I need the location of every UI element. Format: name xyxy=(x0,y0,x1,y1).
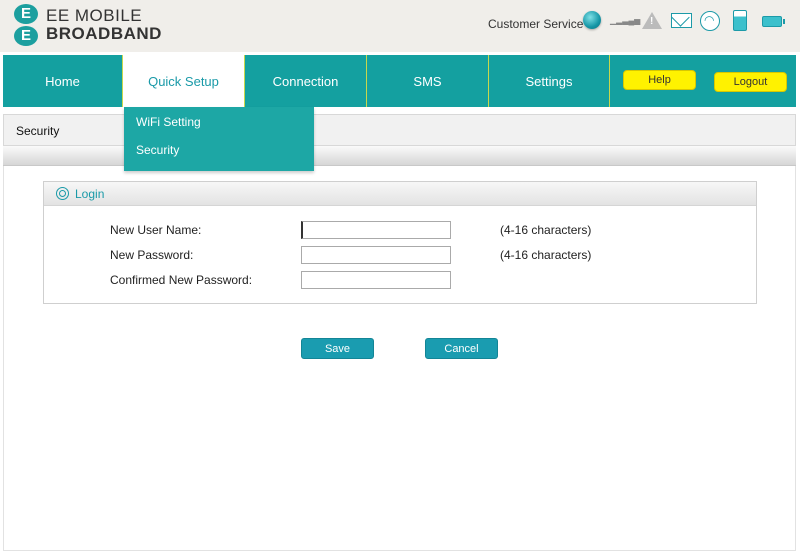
dropdown-item-security[interactable]: Security xyxy=(136,143,179,157)
mail-icon[interactable] xyxy=(671,13,692,28)
cancel-button[interactable]: Cancel xyxy=(425,338,498,359)
warning-icon[interactable]: ! xyxy=(642,12,662,29)
logo-line-1: EE MOBILE xyxy=(46,6,143,25)
header-bar: E E EE MOBILE BROADBAND Customer Service… xyxy=(0,0,800,52)
ee-logo[interactable]: E E EE MOBILE BROADBAND xyxy=(12,4,162,46)
confirm-password-label: Confirmed New Password: xyxy=(110,273,253,287)
logo-text: EE MOBILE BROADBAND xyxy=(46,7,162,43)
login-panel-title: Login xyxy=(75,187,105,201)
new-user-name-input[interactable] xyxy=(301,221,451,239)
page-title: Security xyxy=(16,124,60,138)
logo-mark-bottom: E xyxy=(14,26,38,46)
tab-home[interactable]: Home xyxy=(3,55,123,107)
main-nav: Home Quick Setup Connection SMS Settings… xyxy=(3,55,796,107)
logo-line-2: BROADBAND xyxy=(46,24,162,43)
signal-strength-icon: ▁▂▃▄▅ xyxy=(610,16,641,25)
tab-quick-setup[interactable]: Quick Setup xyxy=(123,55,245,107)
sim-icon xyxy=(733,10,747,31)
ee-logo-mark: E E xyxy=(12,4,40,46)
user-name-hint: (4-16 characters) xyxy=(500,223,592,237)
logout-button[interactable]: Logout xyxy=(714,72,787,92)
password-hint: (4-16 characters) xyxy=(500,248,592,262)
save-button[interactable]: Save xyxy=(301,338,374,359)
quick-setup-dropdown: WiFi Setting Security xyxy=(124,107,314,171)
new-password-input[interactable] xyxy=(301,246,451,264)
customer-service-link[interactable]: Customer Service xyxy=(488,17,583,31)
login-panel-header: Login xyxy=(44,182,756,206)
target-icon xyxy=(56,187,69,200)
dropdown-item-wifi-setting[interactable]: WiFi Setting xyxy=(136,115,201,129)
help-button[interactable]: Help xyxy=(623,70,696,90)
tab-sms[interactable]: SMS xyxy=(367,55,489,107)
wifi-icon[interactable]: ◠ xyxy=(700,11,720,31)
logo-mark-top: E xyxy=(14,4,38,24)
new-password-label: New Password: xyxy=(110,248,194,262)
tab-connection[interactable]: Connection xyxy=(245,55,367,107)
globe-status-icon[interactable] xyxy=(583,11,601,29)
confirm-password-input[interactable] xyxy=(301,271,451,289)
section-title-bar: Security xyxy=(3,114,796,146)
tab-settings[interactable]: Settings xyxy=(489,55,610,107)
section-divider xyxy=(3,146,796,166)
battery-icon xyxy=(762,16,785,27)
new-user-name-label: New User Name: xyxy=(110,223,202,237)
